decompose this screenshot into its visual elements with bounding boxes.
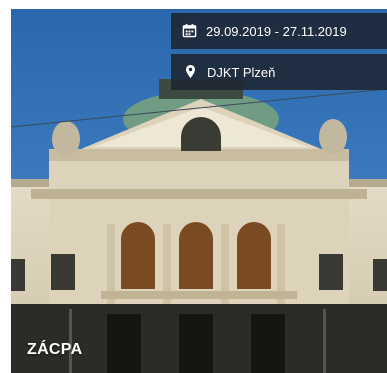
venue-text: DJKT Plzeň <box>207 64 276 80</box>
date-range-badge: 29.09.2019 - 27.11.2019 <box>171 13 387 49</box>
event-title[interactable]: ZÁCPA <box>27 341 82 359</box>
map-pin-icon <box>183 64 199 80</box>
event-card[interactable]: 29.09.2019 - 27.11.2019 DJKT Plzeň ZÁCPA <box>11 9 387 373</box>
calendar-icon <box>182 23 198 39</box>
venue-badge: DJKT Plzeň <box>171 54 387 90</box>
date-range-text: 29.09.2019 - 27.11.2019 <box>206 23 347 39</box>
